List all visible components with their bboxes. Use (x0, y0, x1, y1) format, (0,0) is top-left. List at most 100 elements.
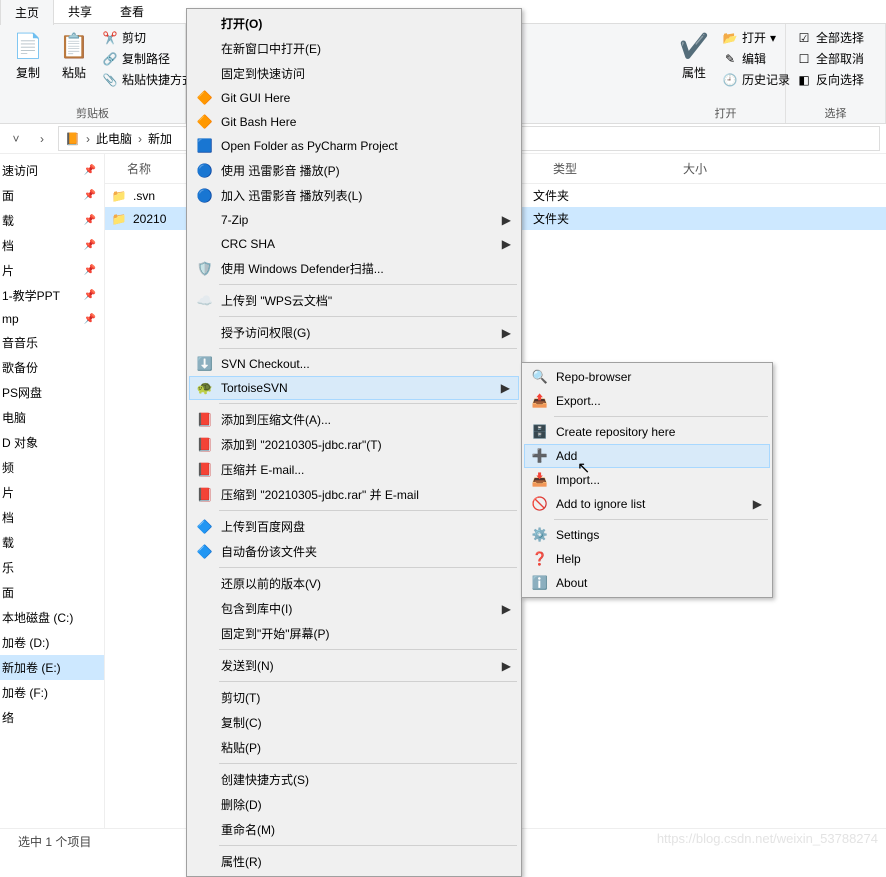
menu-item[interactable]: 授予访问权限(G)▶ (189, 320, 519, 345)
paste-button[interactable]: 📋 粘贴 (54, 28, 94, 83)
sidebar-item[interactable]: 面 (0, 580, 104, 605)
blank-icon (195, 658, 215, 674)
sidebar-item[interactable]: mp📌 (0, 308, 104, 330)
menu-item[interactable]: 🔷上传到百度网盘 (189, 514, 519, 539)
menu-item[interactable]: 📥Import... (524, 468, 770, 492)
menu-item[interactable]: ☁️上传到 "WPS云文档" (189, 288, 519, 313)
menu-item[interactable]: 📕添加到 "20210305-jdbc.rar"(T) (189, 432, 519, 457)
menu-item[interactable]: ⚙️Settings (524, 523, 770, 547)
menu-item[interactable]: 🔵加入 迅雷影音 播放列表(L) (189, 183, 519, 208)
sidebar-item[interactable]: 载📌 (0, 208, 104, 233)
sidebar-item[interactable]: 1-教学PPT📌 (0, 283, 104, 308)
menu-item[interactable]: 📤Export... (524, 389, 770, 413)
menu-item[interactable]: 🔶Git Bash Here (189, 110, 519, 134)
copy-path-button[interactable]: 🔗复制路径 (100, 49, 196, 68)
edit-button[interactable]: ✎编辑 (720, 49, 792, 68)
sidebar-item[interactable]: 歌备份 (0, 355, 104, 380)
sidebar-item[interactable]: 档 (0, 505, 104, 530)
git-icon: 🔶 (195, 90, 215, 106)
tab-share[interactable]: 共享 (54, 0, 106, 24)
xunlei-icon: 🔵 (195, 163, 215, 179)
sidebar-item[interactable]: 加卷 (D:) (0, 630, 104, 655)
menu-item[interactable]: 创建快捷方式(S) (189, 767, 519, 792)
blank-icon (195, 797, 215, 813)
menu-item[interactable]: 打开(O) (189, 11, 519, 36)
sidebar-item[interactable]: 片 (0, 480, 104, 505)
sidebar-item[interactable]: 档📌 (0, 233, 104, 258)
sidebar-item[interactable]: 片📌 (0, 258, 104, 283)
menu-item[interactable]: 粘贴(P) (189, 735, 519, 760)
paste-shortcut-button[interactable]: 📎粘贴快捷方式 (100, 70, 196, 89)
blank-icon (195, 601, 215, 617)
menu-item[interactable]: 📕压缩并 E-mail... (189, 457, 519, 482)
menu-item[interactable]: 🔍Repo-browser (524, 365, 770, 389)
menu-item[interactable]: 固定到"开始"屏幕(P) (189, 621, 519, 646)
menu-item[interactable]: 剪切(T) (189, 685, 519, 710)
menu-item[interactable]: 7-Zip▶ (189, 208, 519, 232)
history-icon: 🕘 (722, 72, 738, 88)
select-none-button[interactable]: ☐全部取消 (794, 49, 866, 68)
baidu-icon: 🔷 (195, 544, 215, 560)
pin-icon: 📌 (84, 240, 96, 251)
menu-item[interactable]: 固定到快速访问 (189, 61, 519, 86)
sidebar-item[interactable]: 乐 (0, 555, 104, 580)
menu-item[interactable]: 🔷自动备份该文件夹 (189, 539, 519, 564)
tab-view[interactable]: 查看 (106, 0, 158, 24)
menu-item[interactable]: 🛡️使用 Windows Defender扫描... (189, 256, 519, 281)
breadcrumb-this-pc[interactable]: 此电脑 (96, 130, 132, 147)
select-all-button[interactable]: ☑全部选择 (794, 28, 866, 47)
menu-item[interactable]: 🔶Git GUI Here (189, 86, 519, 110)
tab-home[interactable]: 主页 (0, 0, 54, 25)
header-size[interactable]: 大小 (675, 154, 755, 183)
sidebar-item[interactable]: 音音乐 (0, 330, 104, 355)
cut-button[interactable]: ✂️剪切 (100, 28, 196, 47)
pin-icon: 📌 (84, 265, 96, 276)
sidebar-item[interactable]: PS网盘 (0, 380, 104, 405)
sidebar-item[interactable]: 面📌 (0, 183, 104, 208)
menu-item[interactable]: 在新窗口中打开(E) (189, 36, 519, 61)
sidebar-item[interactable]: 速访问📌 (0, 158, 104, 183)
header-type[interactable]: 类型 (545, 154, 675, 183)
menu-item[interactable]: 🟦Open Folder as PyCharm Project (189, 134, 519, 158)
history-button[interactable]: 🕘历史记录 (720, 70, 792, 89)
menu-item[interactable]: 属性(R) (189, 849, 519, 874)
menu-item[interactable]: 🔵使用 迅雷影音 播放(P) (189, 158, 519, 183)
open-button[interactable]: 📂打开 ▾ (720, 28, 792, 47)
properties-button[interactable]: ✔️ 属性 (674, 28, 714, 83)
sidebar-item[interactable]: D 对象 (0, 430, 104, 455)
menu-item[interactable]: 🐢TortoiseSVN▶ (189, 376, 519, 400)
menu-item[interactable]: 🗄️Create repository here (524, 420, 770, 444)
menu-item[interactable]: 还原以前的版本(V) (189, 571, 519, 596)
sidebar-item[interactable]: 络 (0, 705, 104, 730)
menu-item[interactable]: ❓Help (524, 547, 770, 571)
menu-item[interactable]: ⬇️SVN Checkout... (189, 352, 519, 376)
menu-item[interactable]: 🚫Add to ignore list▶ (524, 492, 770, 516)
sidebar-item[interactable]: 电脑 (0, 405, 104, 430)
menu-item[interactable]: 重命名(M) (189, 817, 519, 842)
menu-item[interactable]: 复制(C) (189, 710, 519, 735)
copy-icon: 📄 (12, 30, 44, 62)
menu-item[interactable]: 📕压缩到 "20210305-jdbc.rar" 并 E-mail (189, 482, 519, 507)
submenu-arrow-icon: ▶ (502, 213, 511, 227)
menu-item[interactable]: 删除(D) (189, 792, 519, 817)
sidebar-item[interactable]: 新加卷 (E:) (0, 655, 104, 680)
menu-item[interactable]: ℹ️About (524, 571, 770, 595)
sidebar-item[interactable]: 本地磁盘 (C:) (0, 605, 104, 630)
invert-icon: ◧ (796, 72, 812, 88)
nav-right-icon[interactable]: › (32, 132, 52, 146)
sidebar-item[interactable]: 载 (0, 530, 104, 555)
sidebar-item[interactable]: 频 (0, 455, 104, 480)
blank-icon (195, 212, 215, 228)
menu-item[interactable]: 📕添加到压缩文件(A)... (189, 407, 519, 432)
copy-button[interactable]: 📄 复制 (8, 28, 48, 83)
menu-item[interactable]: CRC SHA▶ (189, 232, 519, 256)
menu-item[interactable]: 发送到(N)▶ (189, 653, 519, 678)
rar-icon: 📕 (195, 462, 215, 478)
menu-item[interactable]: 包含到库中(I)▶ (189, 596, 519, 621)
breadcrumb-drive[interactable]: 新加 (148, 130, 172, 147)
sidebar: 速访问📌面📌载📌档📌片📌1-教学PPT📌mp📌音音乐歌备份PS网盘电脑D 对象频… (0, 154, 105, 828)
invert-selection-button[interactable]: ◧反向选择 (794, 70, 866, 89)
nav-up-icon[interactable]: ˅ (6, 132, 26, 146)
sidebar-item[interactable]: 加卷 (F:) (0, 680, 104, 705)
menu-item[interactable]: ➕Add (524, 444, 770, 468)
